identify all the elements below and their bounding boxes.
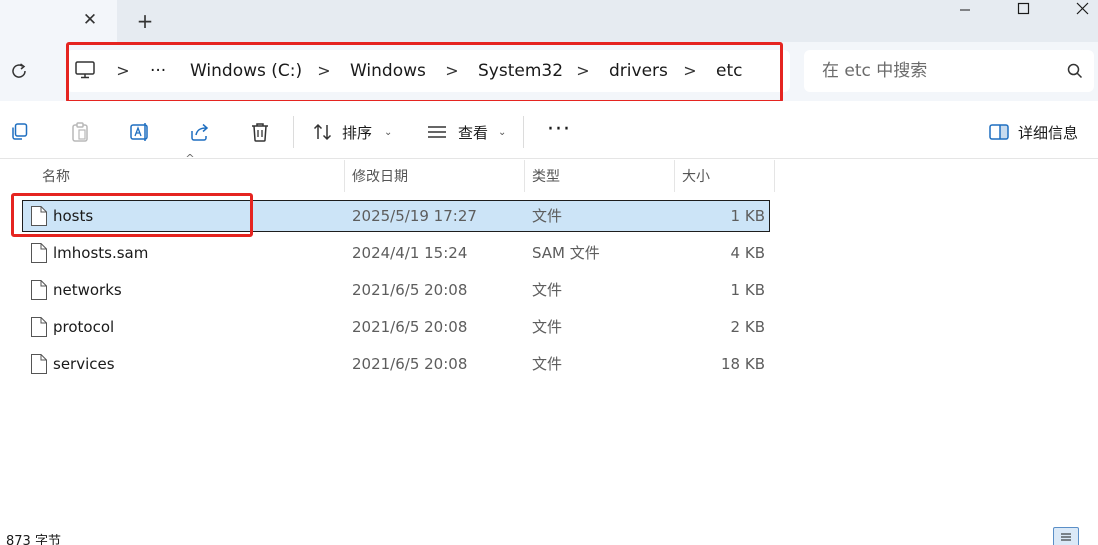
file-icon xyxy=(30,316,48,338)
copy-icon xyxy=(12,123,28,140)
list-view-icon xyxy=(1061,533,1071,541)
minimize-icon xyxy=(960,9,970,11)
toolbar-divider xyxy=(523,116,524,148)
minimize-button[interactable] xyxy=(942,0,988,20)
sort-button[interactable]: 排序 xyxy=(342,122,372,144)
share-icon xyxy=(191,123,209,141)
details-view-toggle[interactable] xyxy=(1053,527,1079,545)
file-name[interactable]: networks xyxy=(53,279,122,301)
file-date: 2021/6/5 20:08 xyxy=(352,318,468,336)
file-date: 2025/5/19 17:27 xyxy=(352,207,477,225)
chevron-down-icon[interactable]: ⌄ xyxy=(384,122,394,144)
column-header-name[interactable]: 名称 xyxy=(42,164,70,190)
paste-icon xyxy=(72,122,88,142)
file-type: 文件 xyxy=(532,207,563,225)
column-divider[interactable] xyxy=(774,160,775,192)
file-type: 文件 xyxy=(532,355,563,373)
file-size: 1 KB xyxy=(730,207,765,225)
column-divider[interactable] xyxy=(344,160,345,192)
close-window-button[interactable] xyxy=(1052,0,1098,20)
column-divider[interactable] xyxy=(674,160,675,192)
sort-ascending-icon: ^ xyxy=(185,152,195,165)
file-type: 文件 xyxy=(532,281,563,299)
refresh-button[interactable] xyxy=(8,60,30,82)
status-text: 873 字节 xyxy=(6,534,61,545)
file-size: 4 KB xyxy=(730,244,765,262)
file-size: 18 KB xyxy=(721,355,765,373)
column-header-type[interactable]: 类型 xyxy=(532,164,560,190)
close-icon xyxy=(1076,2,1089,15)
file-icon xyxy=(30,242,48,264)
more-options-button[interactable]: ··· xyxy=(546,119,572,144)
new-tab-button[interactable]: + xyxy=(133,8,157,34)
column-header-size[interactable]: 大小 xyxy=(682,164,710,190)
details-pane-icon[interactable] xyxy=(988,121,1010,143)
file-icon xyxy=(30,353,48,375)
file-size: 2 KB xyxy=(730,318,765,336)
share-button[interactable] xyxy=(189,121,211,143)
file-date: 2021/6/5 20:08 xyxy=(352,281,468,299)
sort-icon[interactable] xyxy=(312,121,334,143)
title-bar xyxy=(0,0,1098,42)
file-date: 2021/6/5 20:08 xyxy=(352,355,468,373)
maximize-icon xyxy=(1017,2,1030,15)
column-header-date[interactable]: 修改日期 xyxy=(352,164,408,190)
view-icon[interactable] xyxy=(426,121,448,143)
file-name[interactable]: protocol xyxy=(53,316,114,338)
file-date: 2024/4/1 15:24 xyxy=(352,244,468,262)
paste-button[interactable] xyxy=(69,121,91,143)
file-icon xyxy=(30,279,48,301)
highlight-box-address xyxy=(66,42,783,103)
search-input[interactable]: 在 etc 中搜索 xyxy=(822,58,927,84)
copy-button[interactable] xyxy=(9,121,31,143)
delete-icon xyxy=(252,123,268,142)
highlight-box-hosts xyxy=(11,193,253,237)
delete-button[interactable] xyxy=(249,121,271,143)
details-button[interactable]: 详细信息 xyxy=(1018,122,1078,144)
rename-icon xyxy=(130,123,148,141)
rename-button[interactable] xyxy=(129,121,151,143)
refresh-icon xyxy=(12,63,26,78)
search-icon[interactable] xyxy=(1066,62,1084,80)
toolbar-divider xyxy=(293,116,294,148)
file-size: 1 KB xyxy=(730,281,765,299)
tab-close-button[interactable]: ✕ xyxy=(78,8,102,32)
chevron-down-icon[interactable]: ⌄ xyxy=(498,122,508,144)
file-type: 文件 xyxy=(532,318,563,336)
file-name[interactable]: services xyxy=(53,353,115,375)
file-name[interactable]: lmhosts.sam xyxy=(53,242,148,264)
maximize-button[interactable] xyxy=(1000,0,1046,20)
view-button[interactable]: 查看 xyxy=(458,122,488,144)
column-divider[interactable] xyxy=(524,160,525,192)
file-type: SAM 文件 xyxy=(532,244,600,262)
